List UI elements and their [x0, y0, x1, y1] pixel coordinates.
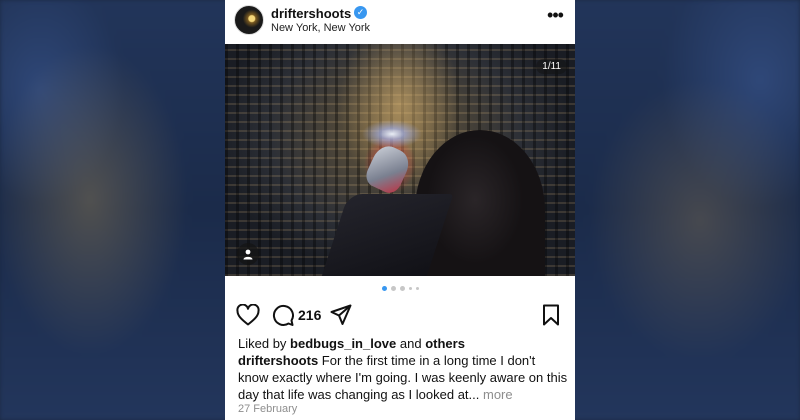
- caption-more-link[interactable]: more: [483, 387, 513, 402]
- share-icon[interactable]: [330, 304, 352, 326]
- post-date: 27 February: [238, 403, 298, 415]
- post-image[interactable]: 1/11: [225, 44, 575, 276]
- liked-by-user[interactable]: bedbugs_in_love: [290, 336, 396, 351]
- verified-badge-icon: ✓: [354, 6, 367, 19]
- carousel-dot: [381, 286, 387, 291]
- caption-author[interactable]: driftershoots: [238, 353, 318, 368]
- comment-count[interactable]: 216: [298, 307, 321, 323]
- bookmark-icon[interactable]: [542, 304, 560, 326]
- heart-icon[interactable]: [236, 304, 260, 326]
- photo-shoe: [362, 141, 414, 197]
- liked-by-and: and: [399, 336, 422, 351]
- comment-icon[interactable]: [271, 304, 294, 327]
- post-location[interactable]: New York, New York: [271, 22, 370, 34]
- post-username[interactable]: driftershoots: [271, 6, 351, 21]
- carousel-dot: [408, 287, 412, 290]
- liked-by-line: Liked by bedbugs_in_love and others: [238, 336, 465, 351]
- carousel-dot: [390, 286, 396, 291]
- user-tag-icon[interactable]: [237, 243, 259, 265]
- liked-by-prefix: Liked by: [238, 336, 287, 351]
- carousel-dot: [415, 287, 419, 290]
- avatar[interactable]: [234, 5, 264, 35]
- post-card: driftershoots ✓ New York, New York ••• 1…: [225, 0, 575, 420]
- carousel-indicator: [225, 286, 575, 291]
- post-caption: driftershoots For the first time in a lo…: [238, 352, 568, 403]
- carousel-dot: [399, 286, 405, 291]
- more-options-icon[interactable]: •••: [545, 6, 565, 26]
- liked-by-others[interactable]: others: [425, 336, 465, 351]
- image-counter: 1/11: [536, 59, 567, 74]
- post-header: driftershoots ✓ New York, New York •••: [225, 0, 575, 44]
- action-bar: 216: [225, 302, 575, 328]
